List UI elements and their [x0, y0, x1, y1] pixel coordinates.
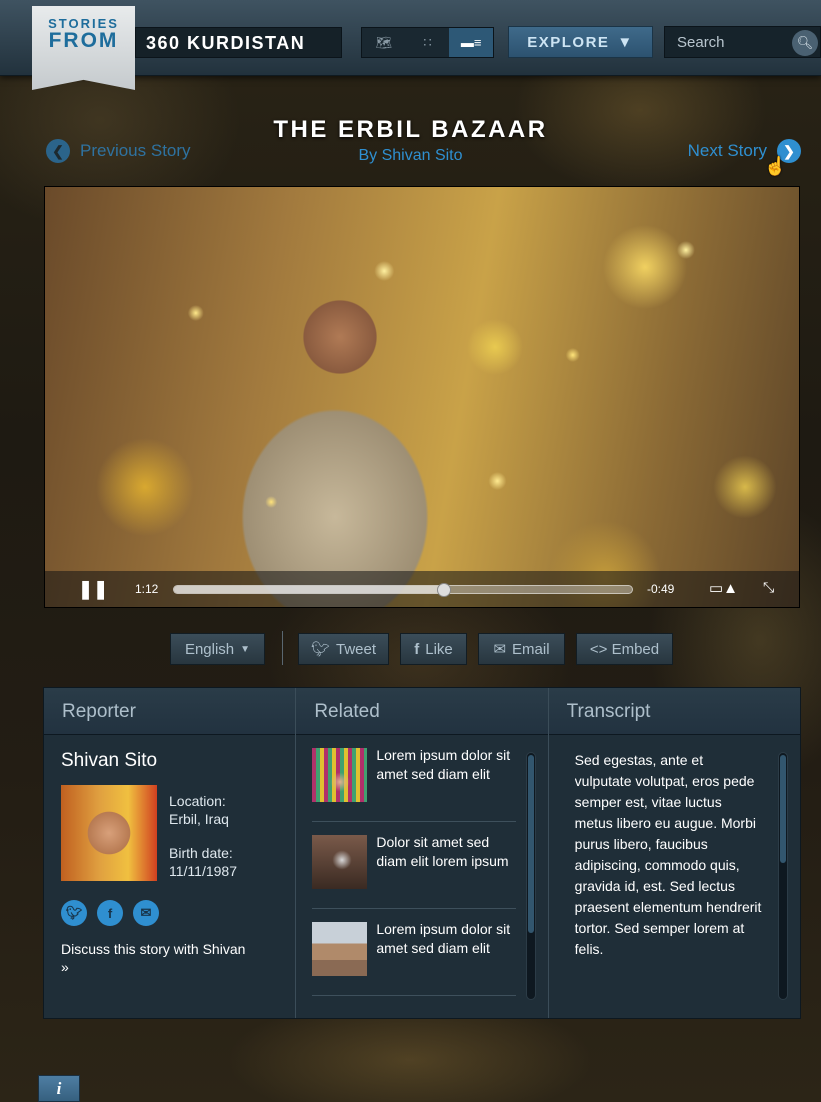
explore-label: EXPLORE: [527, 33, 610, 51]
discuss-link[interactable]: Discuss this story with Shivan »: [61, 940, 251, 976]
like-button[interactable]: f Like: [400, 633, 467, 665]
grid-view-icon[interactable]: ∷: [406, 28, 450, 57]
reporter-header: Reporter: [44, 688, 296, 735]
email-label: Email: [512, 640, 550, 658]
reporter-social: 🐦︎ f ✉: [61, 900, 159, 926]
facebook-icon: f: [414, 640, 420, 658]
tweet-button[interactable]: 🐦︎ Tweet: [298, 633, 389, 665]
embed-button[interactable]: <> Embed: [576, 633, 673, 665]
related-header: Related: [296, 688, 548, 735]
map-view-icon[interactable]: 🗺: [362, 28, 406, 57]
caret-down-icon: ▼: [617, 33, 634, 51]
birth-date-value: 11/11/1987: [169, 863, 237, 879]
ribbon-bottom: FROM: [48, 29, 119, 52]
language-label: English: [184, 640, 235, 658]
scroll-thumb[interactable]: [528, 755, 535, 933]
video-controls: ❚❚ 1:12 -0:49 ▭▲ ⤡: [45, 571, 799, 607]
divider: [282, 631, 283, 665]
hand-cursor-icon: ☝: [764, 156, 787, 176]
search-input[interactable]: Search 🔍︎: [664, 26, 821, 58]
stories-from-ribbon[interactable]: STORIES FROM: [32, 6, 135, 90]
related-title: Dolor sit amet sed diam elit lorem ipsum: [376, 834, 509, 869]
like-label: Like: [425, 640, 453, 658]
email-icon[interactable]: ✉: [133, 900, 159, 926]
transcript-text: Sed egestas, ante et vulputate volutpat,…: [574, 750, 763, 1000]
related-item[interactable]: Lorem ipsum dolor sit amet sed diam elit: [312, 910, 517, 996]
related-item[interactable]: Dolor sit amet sed diam elit lorem ipsum: [312, 823, 517, 909]
related-panel: Related Lorem ipsum dolor sit amet sed d…: [296, 688, 549, 1018]
related-title: Lorem ipsum dolor sit amet sed diam elit: [376, 747, 511, 782]
tweet-label: Tweet: [336, 640, 377, 658]
search-icon[interactable]: 🔍︎: [792, 30, 818, 56]
view-switcher: 🗺 ∷ ▬≡: [361, 27, 494, 58]
video-frame: [45, 187, 799, 607]
related-item[interactable]: Lorem ipsum dolor sit amet sed diam elit: [312, 736, 517, 822]
transcript-header: Transcript: [548, 688, 800, 735]
fullscreen-icon[interactable]: ⤡: [763, 579, 774, 596]
location-label: Location:: [169, 793, 226, 809]
scroll-thumb[interactable]: [779, 755, 786, 863]
caret-down-icon: ▼: [240, 643, 251, 655]
related-thumbnail: [312, 922, 368, 976]
info-panels: Reporter Shivan Sito Location: Erbil, Ir…: [43, 687, 801, 1019]
twitter-icon[interactable]: 🐦︎: [61, 900, 87, 926]
airplay-icon[interactable]: ▭▲: [709, 579, 738, 597]
progress-fill: [174, 586, 445, 593]
next-story-label: Next Story: [687, 141, 767, 160]
reporter-avatar: [61, 785, 157, 881]
language-select[interactable]: English ▼: [170, 633, 265, 665]
pause-icon[interactable]: ❚❚: [78, 579, 108, 600]
location-value: Erbil, Iraq: [169, 811, 229, 827]
search-placeholder: Search: [677, 34, 725, 51]
video-player[interactable]: ❚❚ 1:12 -0:49 ▭▲ ⤡: [44, 186, 800, 608]
info-button[interactable]: i: [38, 1075, 80, 1102]
embed-label: <> Embed: [589, 640, 660, 658]
progress-track[interactable]: [173, 583, 633, 597]
reporter-name: Shivan Sito: [61, 750, 158, 771]
remaining-time: -0:49: [647, 582, 675, 596]
facebook-icon[interactable]: f: [97, 900, 123, 926]
birth-date-label: Birth date:: [169, 845, 233, 861]
related-thumbnail: [312, 835, 368, 889]
explore-button[interactable]: EXPLORE ▼: [508, 26, 653, 58]
twitter-icon: 🐦︎: [310, 641, 330, 658]
email-button[interactable]: ✉ Email: [478, 633, 565, 665]
reporter-panel: Reporter Shivan Sito Location: Erbil, Ir…: [44, 688, 297, 1018]
related-title: Lorem ipsum dolor sit amet sed diam elit: [376, 921, 511, 956]
site-brand[interactable]: 360 KURDISTAN: [135, 27, 342, 58]
related-scrollbar[interactable]: [526, 752, 537, 1000]
envelope-icon: ✉: [493, 641, 507, 658]
transcript-scrollbar[interactable]: [777, 752, 788, 1000]
elapsed-time: 1:12: [135, 582, 159, 596]
progress-knob[interactable]: [437, 583, 452, 597]
related-thumbnail: [312, 748, 368, 802]
list-view-icon[interactable]: ▬≡: [449, 28, 494, 57]
transcript-panel: Transcript Sed egestas, ante et vulputat…: [548, 688, 800, 1018]
